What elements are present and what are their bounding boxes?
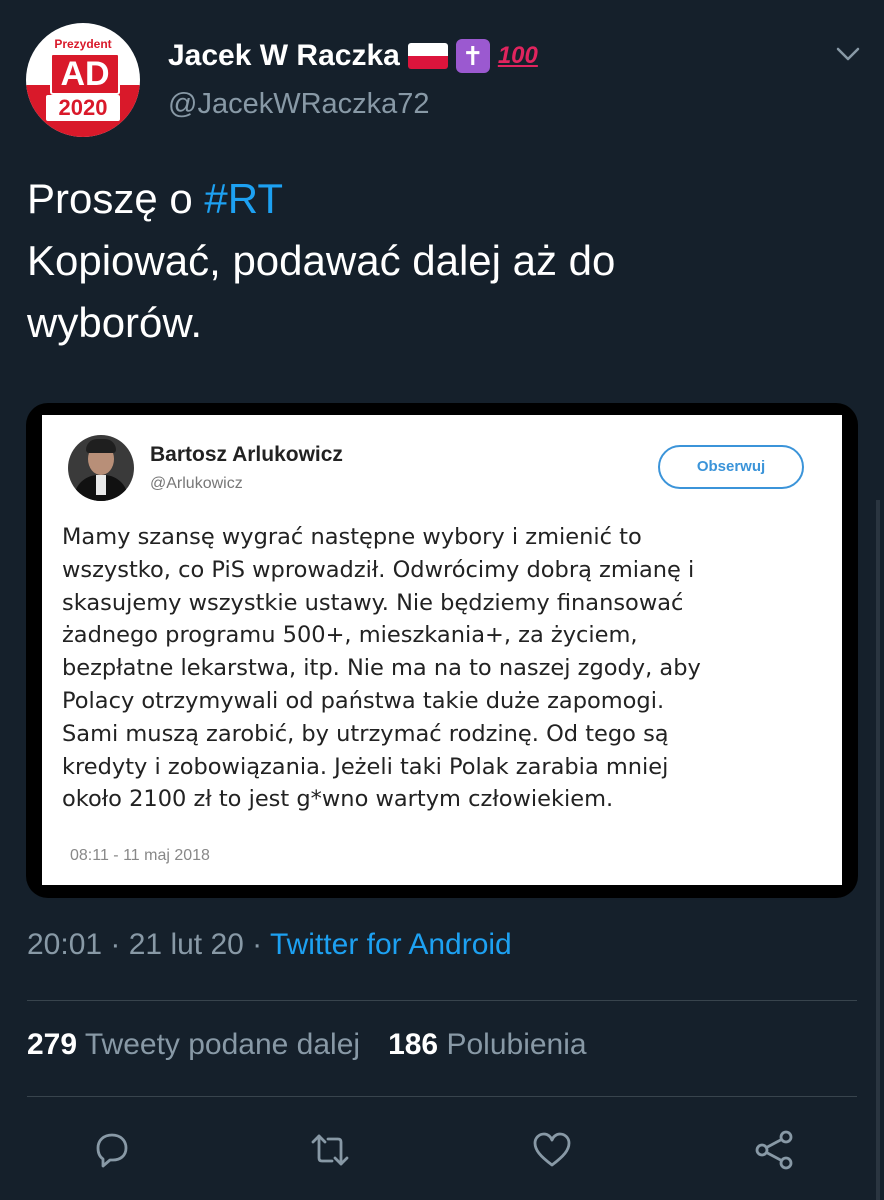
tweet-line-1: Proszę o: [27, 175, 205, 222]
tweet-source-link[interactable]: Twitter for Android: [270, 928, 512, 961]
reply-icon[interactable]: [90, 1128, 134, 1172]
chevron-down-icon[interactable]: [834, 40, 862, 68]
meta-separator: ·: [243, 928, 270, 961]
tweet-text: Proszę o #RT Kopiować, podawać dalej aż …: [27, 168, 847, 354]
retweet-icon[interactable]: [308, 1128, 352, 1172]
embedded-follow-button: Obserwuj: [658, 445, 804, 489]
tweet-stats: 279 Tweety podane dalej 186 Polubienia: [27, 1028, 587, 1062]
display-name[interactable]: Jacek W Raczka: [168, 39, 400, 73]
likes-label: Polubienia: [446, 1028, 587, 1061]
embedded-handle: @Arlukowicz: [150, 475, 243, 492]
author-avatar[interactable]: Prezydent AD 2020: [26, 23, 140, 137]
avatar-logo-text: AD: [50, 53, 120, 95]
share-icon[interactable]: [752, 1128, 796, 1172]
likes-count: 186: [388, 1028, 439, 1061]
tweet-line-3: wyborów.: [27, 299, 203, 346]
retweets-count: 279: [27, 1028, 78, 1061]
embedded-tweet-screenshot: Bartosz Arlukowicz @Arlukowicz Obserwuj …: [42, 415, 842, 885]
embedded-tweet-text: Mamy szansę wygrać następne wybory i zmi…: [62, 524, 701, 813]
avatar-caption: Prezydent: [54, 37, 112, 51]
latin-cross-icon: ✝: [455, 39, 490, 73]
retweets-stat[interactable]: 279 Tweety podane dalej: [27, 1028, 360, 1061]
tweet-time: 20:01: [27, 928, 103, 961]
divider: [27, 1000, 857, 1001]
embedded-avatar: [68, 435, 134, 501]
scrollbar[interactable]: [876, 500, 880, 1200]
hundred-points-icon: 100: [497, 42, 538, 69]
divider: [27, 1096, 857, 1097]
poland-flag-icon: [407, 43, 448, 69]
meta-separator: ·: [102, 928, 129, 961]
embedded-display-name: Bartosz Arlukowicz: [150, 443, 343, 466]
hashtag-link[interactable]: #RT: [204, 175, 283, 222]
tweet-meta: 20:01 · 21 lut 20 · Twitter for Android: [27, 928, 512, 962]
like-icon[interactable]: [530, 1128, 574, 1172]
tweet-line-2: Kopiować, podawać dalej aż do: [27, 237, 616, 284]
author-name-row[interactable]: Jacek W Raczka ✝ 100: [168, 36, 538, 76]
tweet-media-image[interactable]: Bartosz Arlukowicz @Arlukowicz Obserwuj …: [26, 403, 858, 898]
likes-stat[interactable]: 186 Polubienia: [388, 1028, 587, 1061]
avatar-year: 2020: [46, 95, 120, 121]
tweet-date: 21 lut 20: [128, 928, 244, 961]
author-handle[interactable]: @JacekWRaczka72: [168, 88, 430, 121]
embedded-timestamp: 08:11 - 11 maj 2018: [70, 847, 210, 864]
retweets-label: Tweety podane dalej: [84, 1028, 361, 1061]
